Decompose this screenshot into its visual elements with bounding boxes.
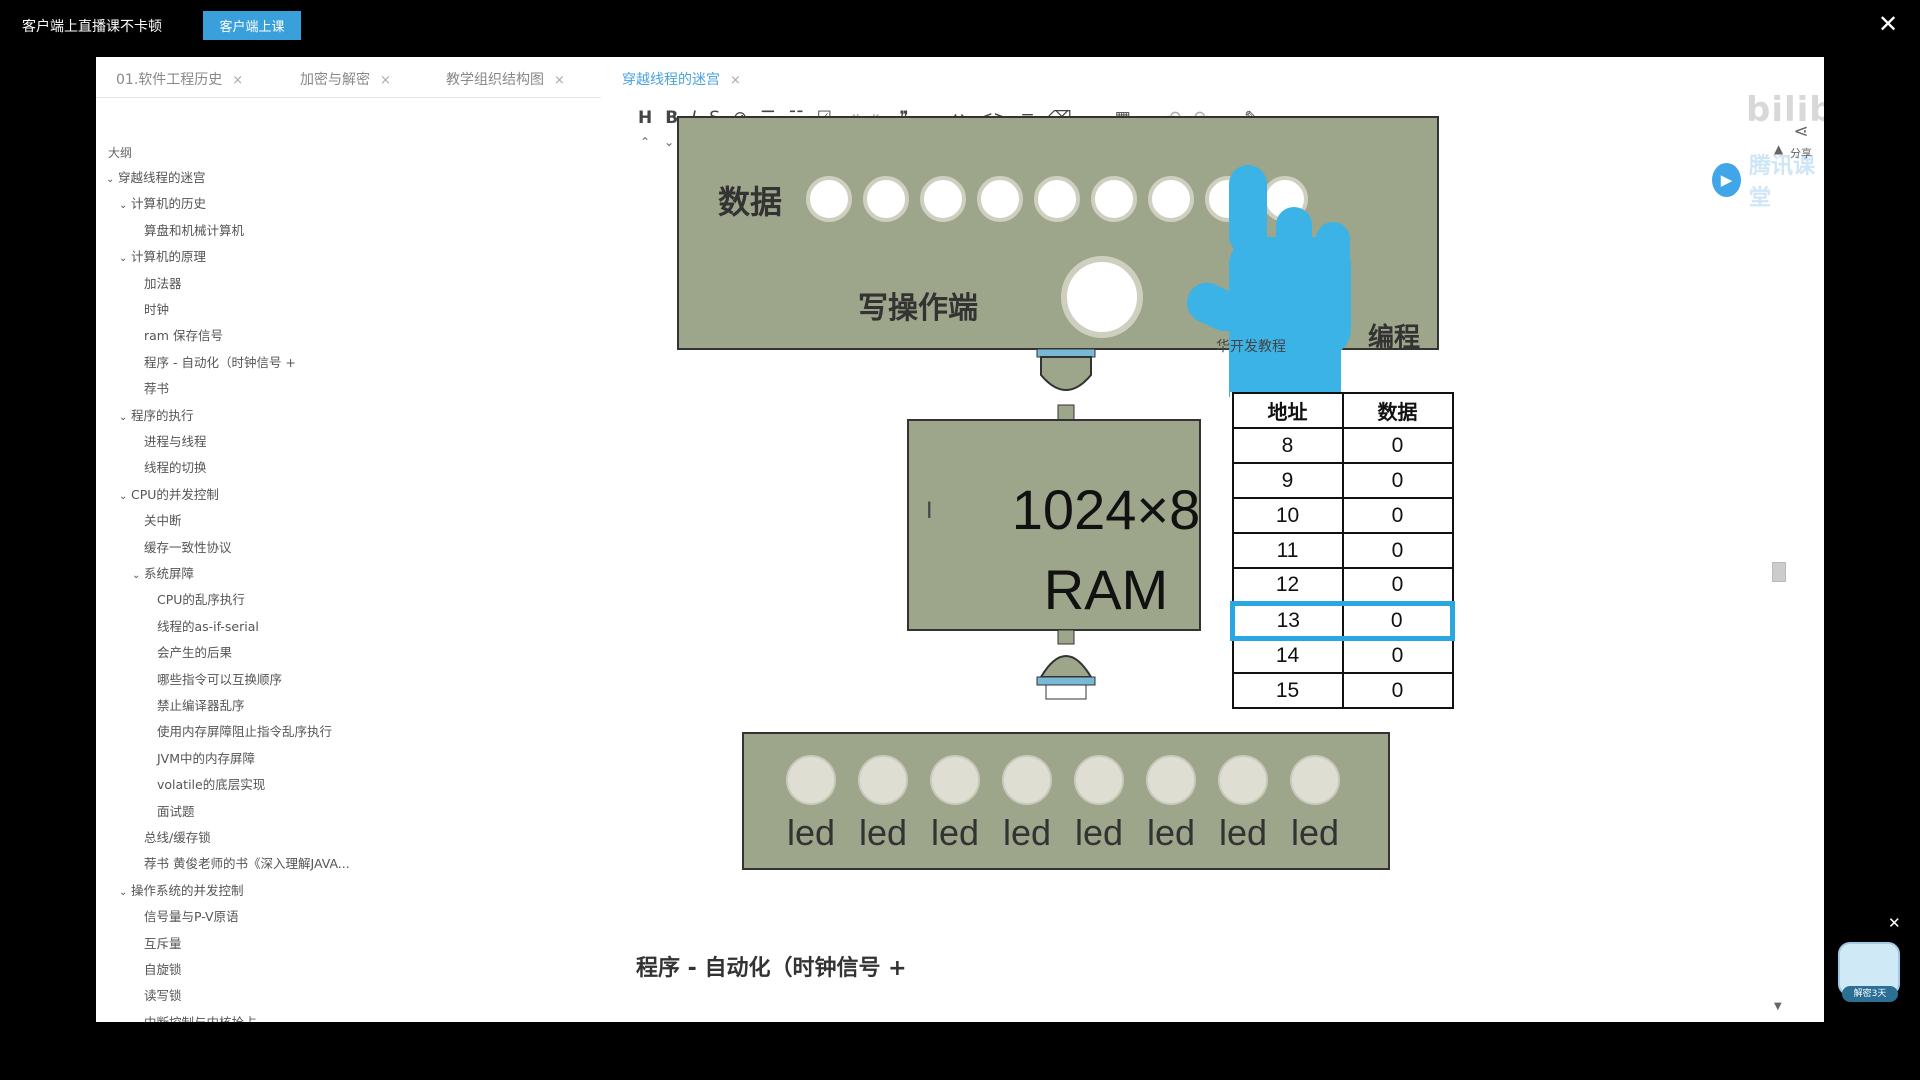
led-light xyxy=(1146,755,1196,805)
led-label: led xyxy=(1146,812,1196,853)
led-label: led xyxy=(786,812,836,853)
client-notice: 客户端上直播课不卡顿 xyxy=(22,19,162,35)
led-label: led xyxy=(1218,812,1268,853)
mascot-close-icon[interactable]: ✕ xyxy=(1888,914,1901,932)
address-cell: 9 xyxy=(1231,462,1344,499)
table-row: 80 xyxy=(1231,427,1454,464)
address-cell: 10 xyxy=(1231,497,1344,534)
data-cell: 0 xyxy=(1341,637,1454,674)
data-cell: 0 xyxy=(1341,462,1454,499)
table-header-data: 数据 xyxy=(1341,392,1454,429)
table-row: 14 0 xyxy=(1231,637,1454,674)
top-bar: 客户端上直播课不卡顿 客户端上课 ✕ xyxy=(0,0,1920,57)
memory-table: 地址 数据 8 0 9 0 10 0 11 0 12 0 13 0 14 0 15 0 xyxy=(1230,392,1455,709)
data-cell: 0 xyxy=(1341,497,1454,534)
address-cell: 8 xyxy=(1231,427,1344,464)
led-light xyxy=(1218,755,1268,805)
led-label: led xyxy=(858,812,908,853)
client-class-button[interactable]: 客户端上课 xyxy=(203,11,301,40)
table-row: 11 0 xyxy=(1231,532,1454,569)
hand-caption: 华开发教程 xyxy=(1216,339,1286,355)
led-label: led xyxy=(1002,812,1052,853)
data-light xyxy=(977,176,1023,222)
address-cell: 11 xyxy=(1231,532,1344,569)
data-cell: 0 xyxy=(1341,427,1454,464)
data-light xyxy=(1091,176,1137,222)
led-light xyxy=(858,755,908,805)
table-header-address: 地址 xyxy=(1231,392,1344,429)
table-row: 13 0 xyxy=(1230,600,1455,641)
address-cell: 14 xyxy=(1231,637,1344,674)
address-cell: 15 xyxy=(1231,672,1344,709)
data-cell: 0 xyxy=(1341,567,1454,604)
bus-connector-bottom xyxy=(1036,629,1096,700)
data-light xyxy=(920,176,966,222)
data-light xyxy=(863,176,909,222)
data-cell: 0 xyxy=(1341,532,1454,569)
data-cell: 0 xyxy=(1341,600,1455,641)
led-label: led xyxy=(1074,812,1124,853)
led-label: led xyxy=(930,812,980,853)
led-light xyxy=(1002,755,1052,805)
data-label: 数据 xyxy=(718,183,783,221)
data-cell: 0 xyxy=(1341,672,1454,709)
led-label: led xyxy=(1290,812,1340,853)
table-row: 10 0 xyxy=(1231,497,1454,534)
data-light xyxy=(806,176,852,222)
ram-type-label: RAM xyxy=(1043,558,1169,621)
section-heading: 程序 - 自动化（时钟信号 + xyxy=(636,956,907,981)
bus-connector-top xyxy=(1036,348,1096,422)
data-light xyxy=(1034,176,1080,222)
document-viewer: 01.软件工程历史 × 加密与解密 × 教学组织结构图 × 穿越线程的迷宫 × 大纲 ⌄… xyxy=(96,57,1824,1022)
data-light xyxy=(1148,176,1194,222)
address-cell: 13 xyxy=(1230,600,1344,641)
ram-diagram: 数据 写操作端 编程 华开发教程 1024×8 RAM I 地址 数据 8090… xyxy=(96,57,1824,1022)
led-light xyxy=(930,755,980,805)
program-label: 编程 xyxy=(1368,323,1421,353)
table-row: 15 0 xyxy=(1231,672,1454,709)
mascot-tag: 解密3天 xyxy=(1842,986,1898,1002)
led-light xyxy=(786,755,836,805)
address-cell: 12 xyxy=(1231,567,1344,604)
ram-size-label: 1024×8 xyxy=(1011,478,1201,541)
led-light xyxy=(1290,755,1340,805)
mascot-widget[interactable]: 解密3天 xyxy=(1834,936,1904,1002)
text-cursor-icon: I xyxy=(926,499,933,524)
write-label: 写操作端 xyxy=(858,291,978,326)
table-row: 12 0 xyxy=(1231,567,1454,604)
close-icon[interactable]: ✕ xyxy=(1878,12,1898,36)
table-row: 90 xyxy=(1231,462,1454,499)
led-light xyxy=(1074,755,1124,805)
write-button xyxy=(1061,256,1143,338)
